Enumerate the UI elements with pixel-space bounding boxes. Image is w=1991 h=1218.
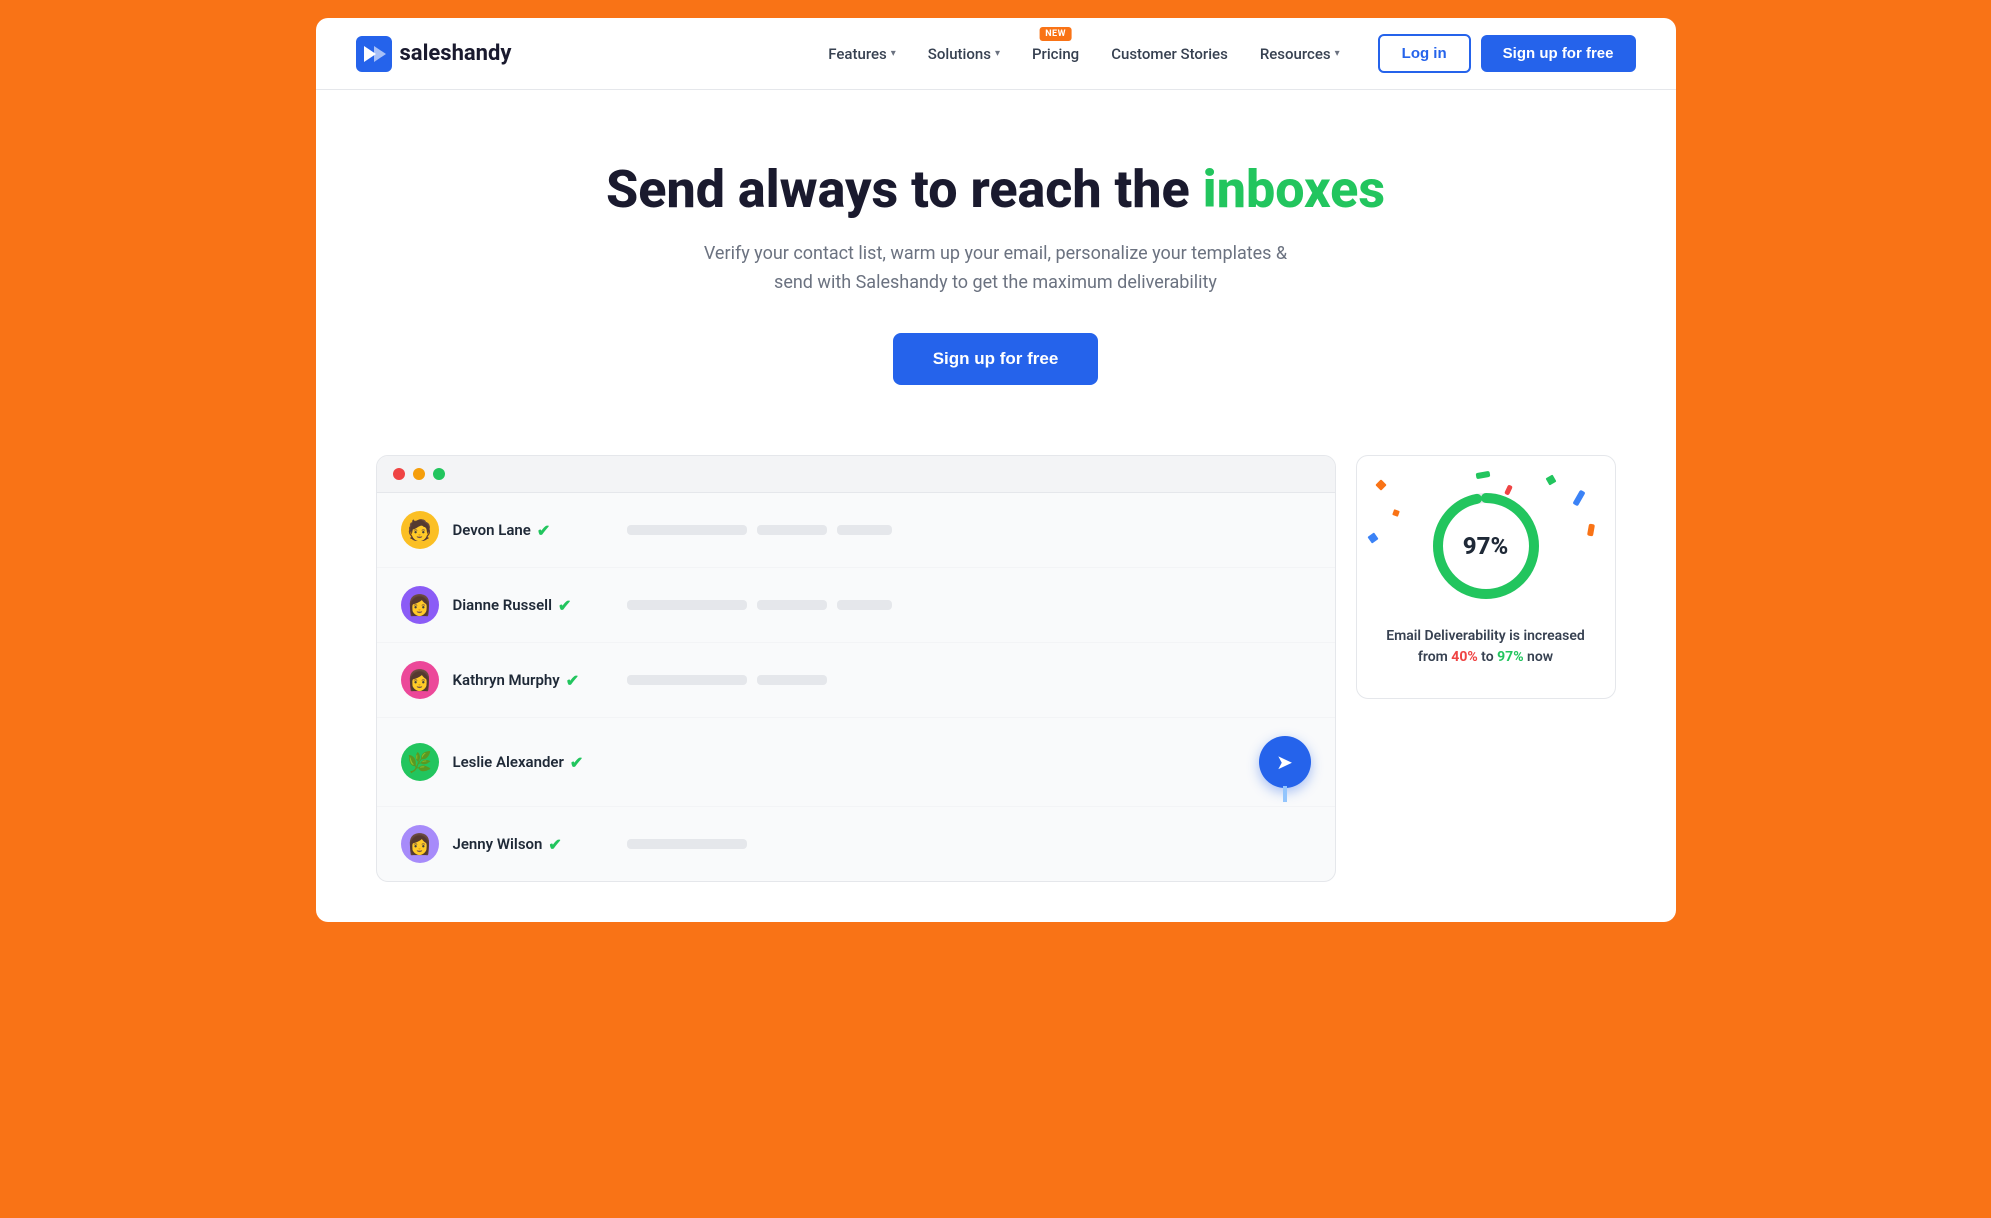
demo-area: 🧑 Devon Lane ✔ 👩 Dianne Russell bbox=[316, 435, 1676, 922]
nav-item-solutions[interactable]: Solutions ▾ bbox=[914, 37, 1014, 71]
dot-green bbox=[433, 468, 445, 480]
nav-item-pricing[interactable]: NEW Pricing bbox=[1018, 37, 1093, 71]
meta-bar bbox=[627, 675, 747, 685]
confetti-piece bbox=[1587, 524, 1595, 537]
confetti-piece bbox=[1476, 471, 1491, 479]
confetti-piece bbox=[1375, 479, 1386, 490]
dot-red bbox=[393, 468, 405, 480]
nav-buttons: Log in Sign up for free bbox=[1378, 34, 1636, 73]
check-icon: ✔ bbox=[558, 596, 571, 615]
contact-name: Jenny Wilson ✔ bbox=[453, 835, 613, 854]
contact-name: Leslie Alexander ✔ bbox=[453, 753, 613, 772]
contact-meta bbox=[627, 600, 1311, 610]
navbar: saleshandy Features ▾ Solutions ▾ NEW Pr… bbox=[316, 18, 1676, 90]
avatar: 👩 bbox=[401, 661, 439, 699]
logo-icon bbox=[356, 36, 392, 72]
avatar: 👩 bbox=[401, 825, 439, 863]
contact-name: Kathryn Murphy ✔ bbox=[453, 671, 613, 690]
stats-description: Email Deliverability is increased from 4… bbox=[1381, 626, 1591, 668]
send-button[interactable]: ➤ bbox=[1259, 736, 1311, 788]
nav-links: Features ▾ Solutions ▾ NEW Pricing Custo… bbox=[814, 37, 1353, 71]
contact-meta: ➤ bbox=[627, 736, 1311, 788]
stats-to-value: 97% bbox=[1497, 649, 1523, 665]
hero-title-highlight: inboxes bbox=[1203, 159, 1385, 220]
confetti-piece bbox=[1546, 474, 1557, 485]
nav-item-resources[interactable]: Resources ▾ bbox=[1246, 37, 1354, 71]
confetti-piece bbox=[1368, 532, 1379, 543]
table-row: 👩 Dianne Russell ✔ bbox=[377, 568, 1335, 643]
table-row: 🌿 Leslie Alexander ✔ ➤ bbox=[377, 718, 1335, 807]
contact-name: Devon Lane ✔ bbox=[453, 521, 613, 540]
meta-bar bbox=[757, 675, 827, 685]
meta-bar bbox=[837, 525, 892, 535]
contact-meta bbox=[627, 675, 1311, 685]
browser-mockup: 🧑 Devon Lane ✔ 👩 Dianne Russell bbox=[376, 455, 1336, 882]
confetti-piece bbox=[1572, 490, 1585, 507]
nav-link-pricing[interactable]: Pricing bbox=[1018, 37, 1093, 71]
table-row: 🧑 Devon Lane ✔ bbox=[377, 493, 1335, 568]
check-icon: ✔ bbox=[537, 521, 550, 540]
stats-card: 97% Email Deliverability is increased fr… bbox=[1356, 455, 1616, 699]
meta-bar bbox=[757, 600, 827, 610]
nav-link-customer-stories[interactable]: Customer Stories bbox=[1097, 37, 1242, 71]
meta-bar bbox=[627, 839, 747, 849]
meta-bar bbox=[627, 600, 747, 610]
check-icon: ✔ bbox=[570, 753, 583, 772]
donut-label: 97% bbox=[1463, 532, 1508, 560]
nav-link-resources[interactable]: Resources ▾ bbox=[1246, 37, 1354, 71]
hero-section: Send always to reach the inboxes Verify … bbox=[316, 90, 1676, 435]
check-icon: ✔ bbox=[548, 835, 561, 854]
meta-bar bbox=[837, 600, 892, 610]
login-button[interactable]: Log in bbox=[1378, 34, 1471, 73]
meta-bar bbox=[757, 525, 827, 535]
check-icon: ✔ bbox=[566, 671, 579, 690]
browser-bar bbox=[377, 456, 1335, 493]
hero-subtitle: Verify your contact list, warm up your e… bbox=[696, 240, 1296, 298]
nav-link-solutions[interactable]: Solutions ▾ bbox=[914, 37, 1014, 71]
send-icon: ➤ bbox=[1276, 750, 1293, 774]
contact-list: 🧑 Devon Lane ✔ 👩 Dianne Russell bbox=[377, 493, 1335, 881]
confetti-piece bbox=[1392, 509, 1400, 517]
avatar: 🧑 bbox=[401, 511, 439, 549]
nav-item-customer-stories[interactable]: Customer Stories bbox=[1097, 37, 1242, 71]
logo-text: saleshandy bbox=[400, 41, 512, 66]
logo-link[interactable]: saleshandy bbox=[356, 36, 512, 72]
chevron-down-icon: ▾ bbox=[995, 48, 1000, 59]
main-container: saleshandy Features ▾ Solutions ▾ NEW Pr… bbox=[316, 18, 1676, 922]
signup-hero-button[interactable]: Sign up for free bbox=[893, 333, 1099, 385]
contact-meta bbox=[627, 839, 1311, 849]
signup-nav-button[interactable]: Sign up for free bbox=[1481, 35, 1636, 72]
new-badge: NEW bbox=[1039, 27, 1072, 41]
chevron-down-icon: ▾ bbox=[1335, 48, 1340, 59]
dot-yellow bbox=[413, 468, 425, 480]
hero-title: Send always to reach the inboxes bbox=[356, 160, 1636, 220]
avatar: 🌿 bbox=[401, 743, 439, 781]
table-row: 👩 Kathryn Murphy ✔ bbox=[377, 643, 1335, 718]
contact-meta bbox=[627, 525, 1311, 535]
nav-link-features[interactable]: Features ▾ bbox=[814, 37, 910, 71]
table-row: 👩 Jenny Wilson ✔ bbox=[377, 807, 1335, 881]
meta-bar bbox=[627, 525, 747, 535]
avatar: 👩 bbox=[401, 586, 439, 624]
nav-item-features[interactable]: Features ▾ bbox=[814, 37, 910, 71]
donut-chart: 97% bbox=[1426, 486, 1546, 606]
chevron-down-icon: ▾ bbox=[891, 48, 896, 59]
contact-name: Dianne Russell ✔ bbox=[453, 596, 613, 615]
stats-from-value: 40% bbox=[1451, 649, 1477, 665]
